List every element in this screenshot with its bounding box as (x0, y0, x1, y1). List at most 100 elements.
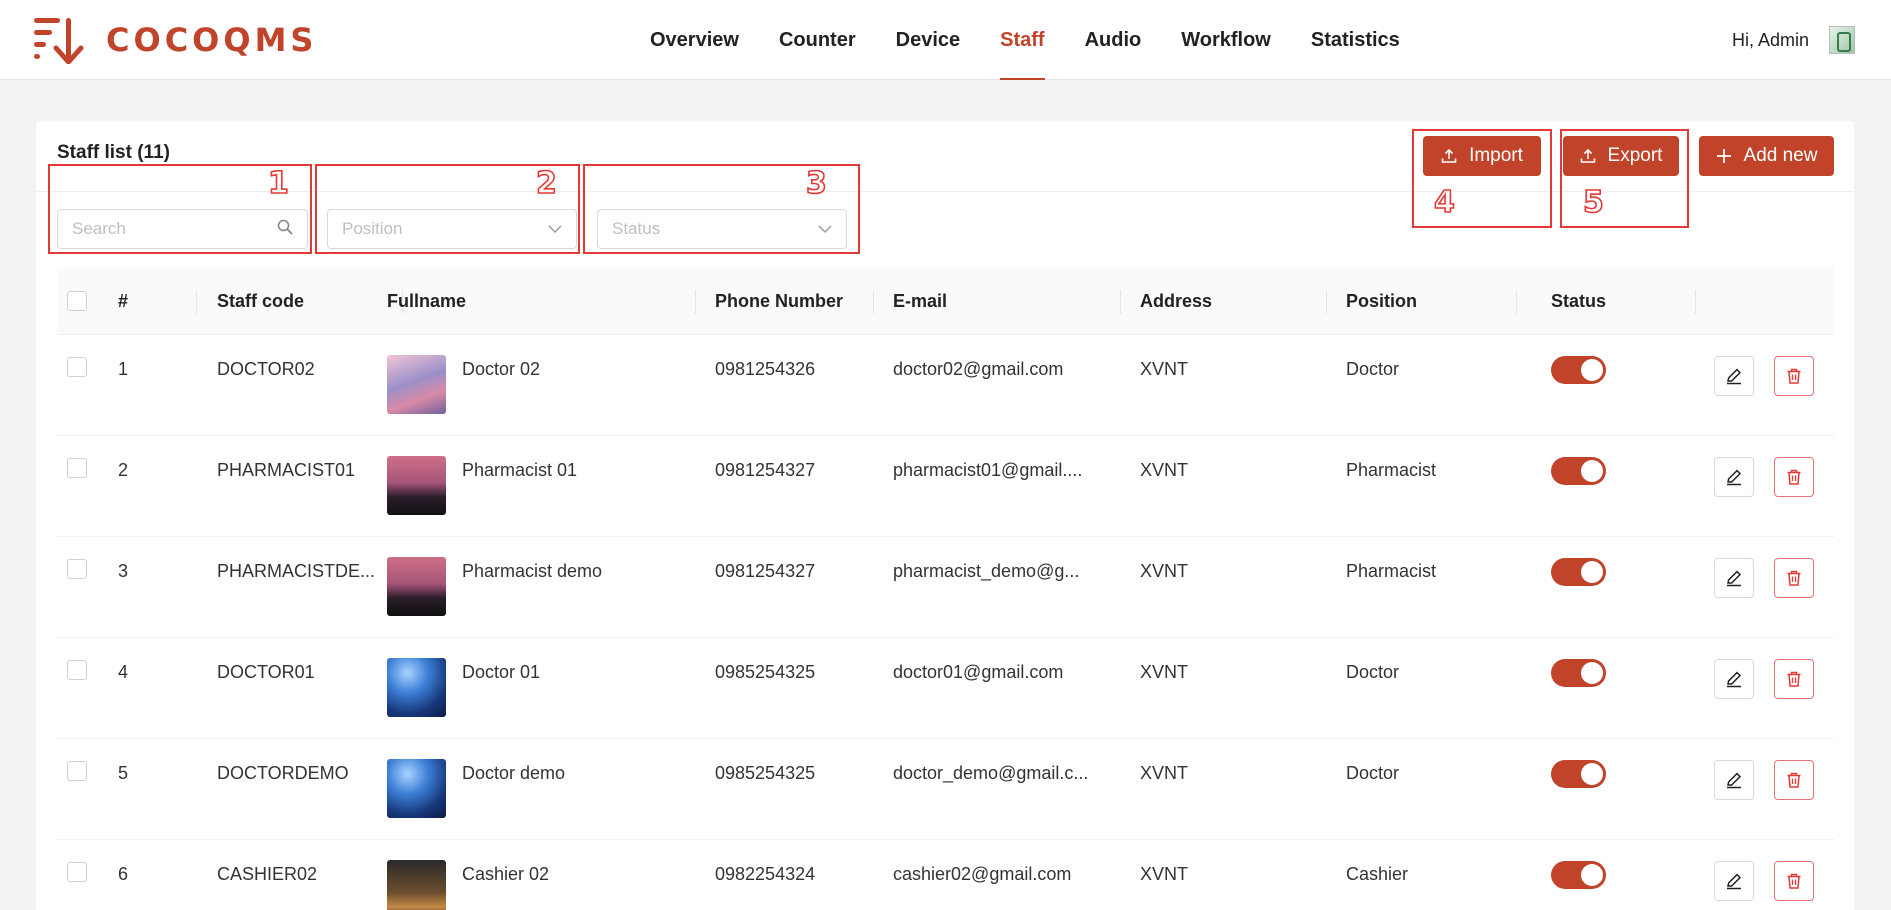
annotation-number-4: 4 (1433, 184, 1455, 221)
row-checkbox[interactable] (67, 862, 87, 882)
row-staff-code: PHARMACISTDE... (217, 561, 376, 581)
status-toggle[interactable] (1551, 457, 1606, 485)
row-phone: 0982254324 (715, 864, 816, 884)
annotation-number-1: 1 (267, 165, 289, 202)
row-email: doctor_demo@gmail.c... (893, 763, 1089, 783)
staff-avatar (387, 759, 446, 818)
row-fullname: Cashier 02 (462, 864, 550, 884)
add-new-button[interactable]: Add new (1699, 136, 1834, 176)
col-address[interactable]: Address (1140, 268, 1212, 335)
edit-button[interactable] (1714, 457, 1754, 497)
row-staff-code: DOCTORDEMO (217, 763, 349, 783)
row-email: cashier02@gmail.com (893, 864, 1072, 884)
col-divider (695, 290, 696, 314)
row-staff-code: DOCTOR02 (217, 359, 315, 379)
row-address: XVNT (1140, 460, 1189, 480)
staff-avatar (387, 860, 446, 910)
table-row: 3 PHARMACISTDE... Pharmacist demo 098125… (57, 537, 1834, 638)
delete-button[interactable] (1774, 760, 1814, 800)
pencil-icon (1727, 873, 1742, 890)
pencil-icon (1727, 671, 1742, 688)
edit-button[interactable] (1714, 659, 1754, 699)
trash-icon (1787, 772, 1801, 788)
delete-button[interactable] (1774, 356, 1814, 396)
row-checkbox[interactable] (67, 559, 87, 579)
app-logo[interactable]: COCOQMS (34, 16, 318, 65)
row-staff-code: PHARMACIST01 (217, 460, 356, 480)
logo-mark-icon (34, 16, 98, 65)
row-address: XVNT (1140, 359, 1189, 379)
status-toggle[interactable] (1551, 861, 1606, 889)
table-row: 5 DOCTORDEMO Doctor demo 0985254325 doct… (57, 739, 1834, 840)
nav-overview[interactable]: Overview (650, 0, 739, 80)
table-row: 4 DOCTOR01 Doctor 01 0985254325 doctor01… (57, 638, 1834, 739)
status-toggle[interactable] (1551, 760, 1606, 788)
row-fullname: Pharmacist demo (462, 561, 603, 581)
delete-button[interactable] (1774, 457, 1814, 497)
row-checkbox[interactable] (67, 458, 87, 478)
nav-staff[interactable]: Staff (1000, 0, 1046, 80)
row-address: XVNT (1140, 561, 1189, 581)
col-email[interactable]: E-mail (893, 268, 947, 335)
status-toggle[interactable] (1551, 558, 1606, 586)
row-phone: 0981254327 (715, 561, 816, 581)
edit-button[interactable] (1714, 356, 1754, 396)
col-status[interactable]: Status (1551, 268, 1606, 335)
col-divider (1516, 290, 1517, 314)
nav-counter[interactable]: Counter (779, 0, 856, 80)
col-position[interactable]: Position (1346, 268, 1417, 335)
page-title: Staff list (11) (57, 142, 170, 163)
table-row: 6 CASHIER02 Cashier 02 0982254324 cashie… (57, 840, 1834, 910)
col-staff-code[interactable]: Staff code (217, 268, 304, 335)
annotation-number-3: 3 (805, 165, 827, 202)
row-staff-code: CASHIER02 (217, 864, 318, 884)
trash-icon (1787, 469, 1801, 485)
row-checkbox[interactable] (67, 660, 87, 680)
row-checkbox[interactable] (67, 357, 87, 377)
delete-button[interactable] (1774, 861, 1814, 901)
trash-icon (1787, 671, 1801, 687)
row-fullname: Doctor demo (462, 763, 566, 783)
main-nav: Overview Counter Device Staff Audio Work… (650, 0, 1440, 80)
row-index: 4 (118, 662, 129, 682)
table-header: # Staff code Fullname Phone Number E-mai… (57, 268, 1834, 335)
col-phone[interactable]: Phone Number (715, 268, 843, 335)
nav-device[interactable]: Device (896, 0, 961, 80)
pencil-icon (1727, 570, 1742, 587)
status-toggle[interactable] (1551, 356, 1606, 384)
pencil-icon (1727, 772, 1742, 789)
col-divider (196, 290, 197, 314)
row-email: pharmacist01@gmail.... (893, 460, 1083, 480)
col-index: # (118, 291, 129, 311)
row-checkbox[interactable] (67, 761, 87, 781)
row-phone: 0985254325 (715, 763, 816, 783)
row-address: XVNT (1140, 864, 1189, 884)
staff-avatar (387, 557, 446, 616)
row-position: Doctor (1346, 763, 1400, 783)
row-staff-code: DOCTOR01 (217, 662, 315, 682)
nav-statistics[interactable]: Statistics (1311, 0, 1400, 80)
nav-audio[interactable]: Audio (1085, 0, 1142, 80)
row-index: 2 (118, 460, 129, 480)
pencil-icon (1727, 368, 1742, 385)
row-email: doctor02@gmail.com (893, 359, 1064, 379)
edit-button[interactable] (1714, 861, 1754, 901)
logo-text: COCOQMS (106, 21, 318, 59)
user-menu[interactable]: Hi, Admin (1732, 26, 1855, 54)
nav-workflow[interactable]: Workflow (1181, 0, 1271, 80)
edit-button[interactable] (1714, 760, 1754, 800)
select-all-checkbox[interactable] (67, 291, 87, 311)
delete-button[interactable] (1774, 558, 1814, 598)
row-index: 3 (118, 561, 129, 581)
row-index: 5 (118, 763, 129, 783)
avatar[interactable] (1829, 26, 1855, 54)
row-index: 6 (118, 864, 129, 884)
status-toggle[interactable] (1551, 659, 1606, 687)
col-fullname[interactable]: Fullname (387, 268, 466, 335)
delete-button[interactable] (1774, 659, 1814, 699)
top-header: COCOQMS Overview Counter Device Staff Au… (0, 0, 1891, 80)
edit-button[interactable] (1714, 558, 1754, 598)
row-fullname: Doctor 02 (462, 359, 541, 379)
table-row: 2 PHARMACIST01 Pharmacist 01 0981254327 … (57, 436, 1834, 537)
add-new-label: Add new (1743, 145, 1818, 166)
